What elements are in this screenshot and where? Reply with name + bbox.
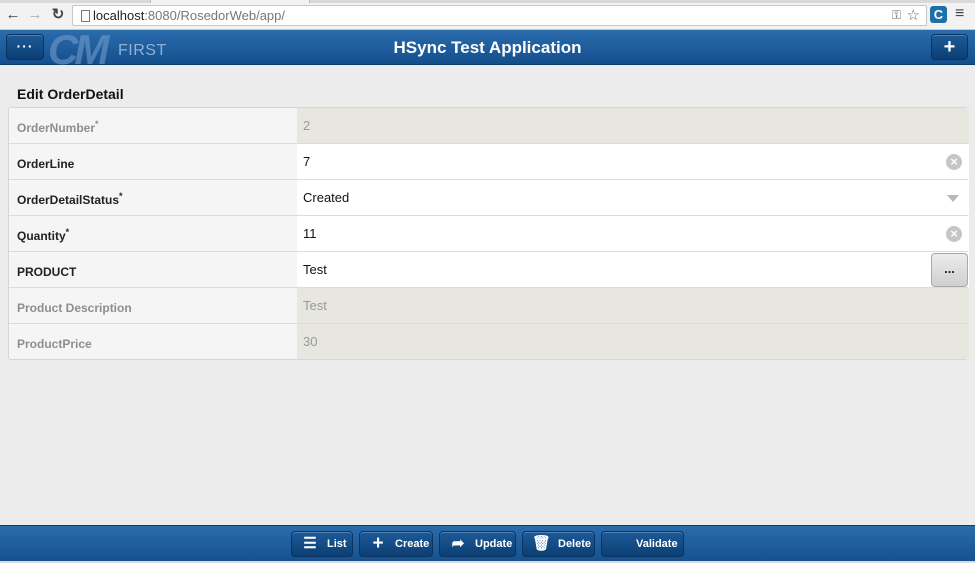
- field-value: 11: [303, 226, 317, 241]
- menu-icon[interactable]: ≡: [955, 5, 964, 23]
- label-text: Product Description: [17, 301, 132, 315]
- button-label: Delete: [558, 538, 592, 550]
- form-row-product-description: Product Description Test: [9, 288, 969, 324]
- required-mark: *: [95, 119, 99, 129]
- share-icon: ➦: [451, 535, 465, 552]
- clear-icon[interactable]: ×: [946, 226, 962, 242]
- field-label: Quantity*: [17, 227, 69, 243]
- form-row-orderline: OrderLine 7 ×: [9, 144, 969, 180]
- quantity-field[interactable]: 11 ×: [297, 216, 969, 251]
- label-text: PRODUCT: [17, 265, 77, 279]
- plus-icon: +: [372, 533, 384, 554]
- list-button[interactable]: ☰ List: [291, 531, 353, 557]
- button-label: Update: [475, 538, 513, 550]
- field-label: OrderNumber*: [17, 119, 99, 135]
- required-mark: *: [119, 191, 123, 201]
- page-icon: [81, 10, 90, 22]
- field-value: 7: [303, 154, 311, 169]
- form-row-ordernumber: OrderNumber* 2: [9, 108, 969, 144]
- orderline-field[interactable]: 7 ×: [297, 144, 969, 179]
- form-row-productprice: ProductPrice 30: [9, 324, 969, 359]
- label-text: OrderNumber: [17, 121, 96, 135]
- field-value: Test: [303, 262, 327, 277]
- reload-icon[interactable]: ↻: [49, 6, 67, 24]
- add-button[interactable]: +: [931, 34, 968, 60]
- orderdetailstatus-select[interactable]: Created: [297, 180, 969, 215]
- app-footer: ☰ List + Create ➦ Update 🗑 Delete Valida…: [0, 525, 975, 563]
- ordernumber-field: 2: [297, 108, 969, 143]
- field-label: OrderLine: [17, 155, 74, 171]
- field-label: OrderDetailStatus*: [17, 191, 123, 207]
- star-icon[interactable]: ☆: [907, 6, 920, 24]
- create-button[interactable]: + Create: [359, 531, 433, 557]
- field-value: Test: [303, 298, 327, 313]
- key-icon[interactable]: ⚿: [892, 8, 901, 23]
- delete-button[interactable]: 🗑 Delete: [522, 531, 595, 557]
- button-label: Create: [395, 538, 430, 550]
- product-description-field: Test: [297, 288, 969, 323]
- trash-icon: 🗑: [532, 535, 552, 552]
- validate-button[interactable]: Validate: [601, 531, 684, 557]
- form-title: Edit OrderDetail: [17, 86, 124, 102]
- url-host: localhost: [93, 8, 145, 23]
- product-lookup-button[interactable]: ...: [931, 253, 968, 287]
- form-row-product: PRODUCT Test...: [9, 252, 969, 288]
- button-label: Validate: [636, 538, 678, 550]
- form-row-quantity: Quantity* 11 ×: [9, 216, 969, 252]
- field-label: Product Description: [17, 299, 132, 315]
- button-label: List: [327, 538, 347, 550]
- edit-form: OrderNumber* 2 OrderLine 7 × OrderDetailS…: [8, 107, 969, 360]
- clear-icon[interactable]: ×: [946, 154, 962, 170]
- app-title: HSync Test Application: [393, 38, 582, 57]
- browser-tab[interactable]: [150, 0, 310, 3]
- label-text: OrderDetailStatus: [17, 193, 120, 207]
- label-text: Quantity: [17, 229, 66, 243]
- required-mark: *: [65, 227, 70, 237]
- productprice-field: 30: [297, 324, 969, 359]
- forward-arrow-icon[interactable]: →: [26, 6, 44, 24]
- list-icon: ☰: [303, 535, 317, 552]
- chevron-down-icon[interactable]: [947, 195, 959, 202]
- label-text: OrderLine: [17, 157, 75, 171]
- update-button[interactable]: ➦ Update: [439, 531, 516, 557]
- product-field[interactable]: Test...: [297, 252, 969, 287]
- address-bar[interactable]: localhost:8080/RosedorWeb/app/ ⚿ ☆: [72, 5, 927, 26]
- app-header: ··· CM FIRST HSync Test Application +: [0, 26, 975, 73]
- address-url[interactable]: localhost:8080/RosedorWeb/app/: [93, 8, 285, 23]
- field-value: Created: [303, 190, 350, 205]
- form-row-orderdetailstatus: OrderDetailStatus* Created: [9, 180, 969, 216]
- url-path: :8080/RosedorWeb/app/: [144, 8, 286, 23]
- field-value: 30: [303, 334, 318, 349]
- browser-tabstrip: [0, 0, 975, 3]
- browser-toolbar: ← → ↻ localhost:8080/RosedorWeb/app/ ⚿ ☆…: [0, 0, 975, 30]
- back-arrow-icon[interactable]: ←: [4, 6, 22, 24]
- extension-icon[interactable]: C: [930, 6, 947, 23]
- field-label: ProductPrice: [17, 335, 92, 351]
- field-value: 2: [303, 118, 311, 133]
- field-label: PRODUCT: [17, 263, 76, 279]
- label-text: ProductPrice: [17, 337, 92, 351]
